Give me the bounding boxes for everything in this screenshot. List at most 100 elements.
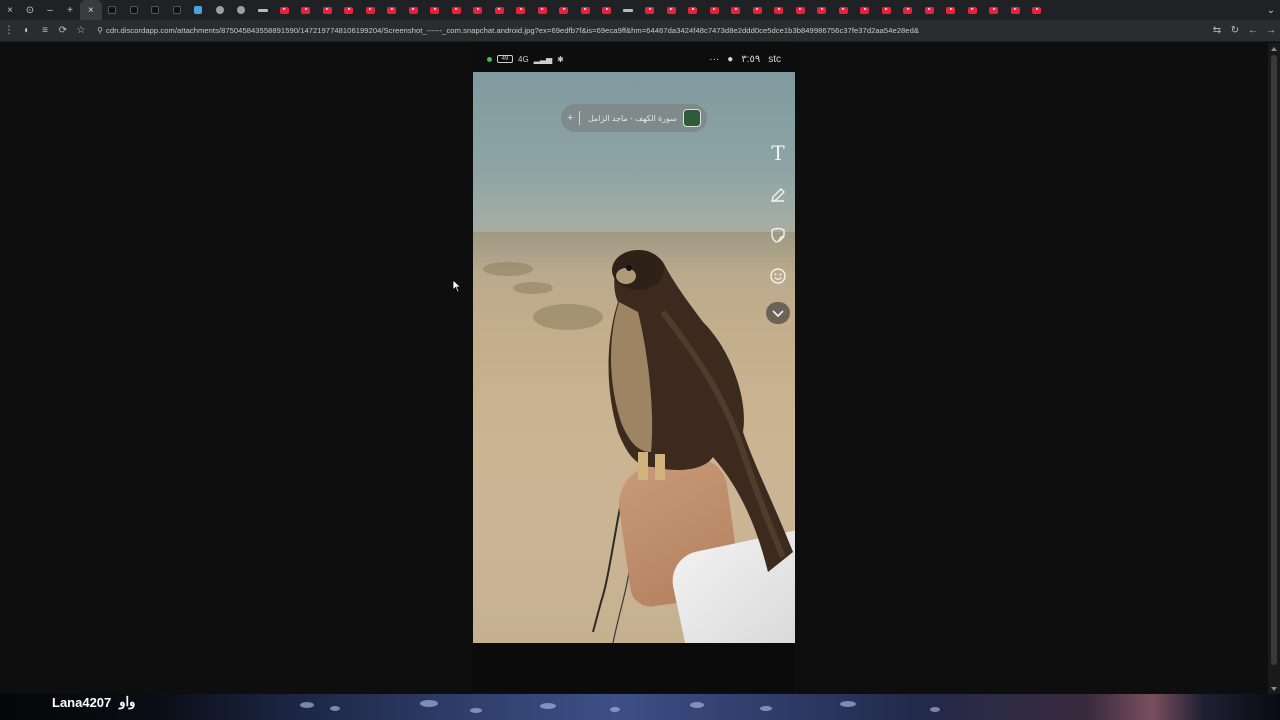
tab-yt[interactable] bbox=[381, 0, 403, 20]
tab-yt[interactable] bbox=[661, 0, 683, 20]
tab-yt[interactable] bbox=[747, 0, 769, 20]
tab-yt[interactable] bbox=[682, 0, 704, 20]
chrome-icon[interactable]: ⊙ bbox=[20, 0, 40, 20]
text-tool-icon[interactable]: T bbox=[765, 140, 791, 166]
yt-favicon-icon bbox=[946, 6, 956, 14]
new-tab-button[interactable]: + bbox=[60, 0, 80, 20]
tab-yt[interactable] bbox=[467, 0, 489, 20]
emoji-icon[interactable] bbox=[765, 263, 791, 289]
chat-message-overlay: Lana4207 واو bbox=[52, 694, 135, 710]
yt-favicon-icon bbox=[1032, 6, 1042, 14]
yt-favicon-icon bbox=[430, 6, 440, 14]
tab-tiktok[interactable] bbox=[123, 0, 145, 20]
bookmark-star-icon[interactable]: ☆ bbox=[72, 20, 90, 42]
reload-right-icon[interactable]: ↻ bbox=[1226, 20, 1244, 42]
tab-yt[interactable] bbox=[1026, 0, 1048, 20]
close-window-icon[interactable]: × bbox=[0, 0, 20, 20]
tab-yt[interactable] bbox=[596, 0, 618, 20]
tab-yt[interactable] bbox=[489, 0, 511, 20]
tab-grok[interactable] bbox=[209, 0, 231, 20]
yt-favicon-icon bbox=[494, 6, 504, 14]
menu-icon[interactable]: ⋮ bbox=[0, 20, 18, 42]
overlay-decoration bbox=[470, 708, 482, 713]
tab-yt[interactable] bbox=[403, 0, 425, 20]
tab-gray[interactable] bbox=[231, 0, 253, 20]
scroll-down-icon[interactable] bbox=[1271, 687, 1277, 691]
sticker-icon[interactable] bbox=[765, 222, 791, 248]
yt-favicon-icon bbox=[322, 6, 332, 14]
tab-wide[interactable] bbox=[252, 0, 274, 20]
yt-favicon-icon bbox=[537, 6, 547, 14]
chat-username: Lana4207 bbox=[52, 694, 112, 710]
site-info-icon[interactable]: ⚲ bbox=[94, 26, 106, 35]
tab-yt[interactable] bbox=[811, 0, 833, 20]
pencil-icon[interactable] bbox=[765, 182, 791, 208]
yt-favicon-icon bbox=[838, 6, 848, 14]
tab-yt[interactable] bbox=[1005, 0, 1027, 20]
tab-yt[interactable] bbox=[317, 0, 339, 20]
tab-yt[interactable] bbox=[553, 0, 575, 20]
tab-yt[interactable] bbox=[833, 0, 855, 20]
scroll-up-icon[interactable] bbox=[1271, 47, 1277, 51]
music-sticker[interactable]: + سورة الكهف - ماجد الزامل bbox=[561, 104, 707, 132]
tab-tiktok[interactable] bbox=[145, 0, 167, 20]
signal-icon: ▂▃▅ bbox=[533, 54, 553, 64]
tab-yt[interactable] bbox=[532, 0, 554, 20]
tab-yt[interactable] bbox=[768, 0, 790, 20]
reading-list-icon[interactable]: ≡ bbox=[36, 20, 54, 42]
tab-blue[interactable] bbox=[188, 0, 210, 20]
url-text[interactable]: cdn.discordapp.com/attachments/875045843… bbox=[106, 26, 919, 35]
active-tab[interactable]: × bbox=[80, 0, 102, 20]
overlay-decoration bbox=[540, 703, 556, 709]
tab-yt[interactable] bbox=[510, 0, 532, 20]
tab-yt[interactable] bbox=[854, 0, 876, 20]
yt-favicon-icon bbox=[1010, 6, 1020, 14]
yt-favicon-icon bbox=[752, 6, 762, 14]
tab-yt[interactable] bbox=[704, 0, 726, 20]
yt-favicon-icon bbox=[709, 6, 719, 14]
translate-icon[interactable]: ⇆ bbox=[1208, 20, 1226, 42]
reload-icon[interactable]: ⟳ bbox=[54, 20, 72, 42]
tab-tiktok[interactable] bbox=[166, 0, 188, 20]
tab-yt[interactable] bbox=[446, 0, 468, 20]
minimize-icon[interactable]: – bbox=[40, 0, 60, 20]
tab-tiktok[interactable] bbox=[102, 0, 124, 20]
chevron-down-icon[interactable] bbox=[766, 302, 790, 324]
more-dots-icon: ··· bbox=[709, 53, 720, 65]
tab-yt[interactable] bbox=[274, 0, 296, 20]
chat-bubble-icon: ● bbox=[727, 53, 734, 65]
tab-yt[interactable] bbox=[725, 0, 747, 20]
yt-favicon-icon bbox=[645, 6, 655, 14]
forward-icon[interactable]: → bbox=[1262, 20, 1280, 42]
extension-icon[interactable]: ◐ bbox=[18, 20, 36, 42]
tab-yt[interactable] bbox=[876, 0, 898, 20]
yt-favicon-icon bbox=[602, 6, 612, 14]
tab-yt[interactable] bbox=[575, 0, 597, 20]
tab-search-chevron-icon[interactable]: ⌄ bbox=[1262, 0, 1280, 20]
tab-yt[interactable] bbox=[424, 0, 446, 20]
privacy-dot-icon bbox=[487, 56, 492, 62]
overlay-decoration bbox=[300, 702, 314, 708]
tiktok-favicon-icon bbox=[151, 6, 160, 14]
vertical-scrollbar[interactable] bbox=[1268, 43, 1280, 694]
tab-yt[interactable] bbox=[295, 0, 317, 20]
close-tab-icon[interactable]: × bbox=[88, 5, 94, 16]
tab-yt[interactable] bbox=[983, 0, 1005, 20]
snapchat-screenshot-image[interactable]: 49 4G ▂▃▅ ✱ ··· ● ٣:٥٩ stc + سورة الكهف … bbox=[473, 46, 795, 692]
yt-favicon-icon bbox=[774, 6, 784, 14]
tab-yt[interactable] bbox=[919, 0, 941, 20]
gray-favicon-icon bbox=[237, 6, 246, 14]
tab-yt[interactable] bbox=[790, 0, 812, 20]
tab-yt[interactable] bbox=[962, 0, 984, 20]
yt-favicon-icon bbox=[989, 6, 999, 14]
add-icon[interactable]: + bbox=[567, 112, 573, 124]
tab-yt[interactable] bbox=[897, 0, 919, 20]
tab-yt[interactable] bbox=[639, 0, 661, 20]
address-bar[interactable]: ⚲ cdn.discordapp.com/attachments/8750458… bbox=[94, 22, 1204, 39]
tab-yt[interactable] bbox=[360, 0, 382, 20]
tab-yt[interactable] bbox=[338, 0, 360, 20]
back-icon[interactable]: ← bbox=[1244, 20, 1262, 42]
tab-yt[interactable] bbox=[940, 0, 962, 20]
tab-wide[interactable] bbox=[618, 0, 640, 20]
scroll-thumb[interactable] bbox=[1271, 55, 1277, 665]
